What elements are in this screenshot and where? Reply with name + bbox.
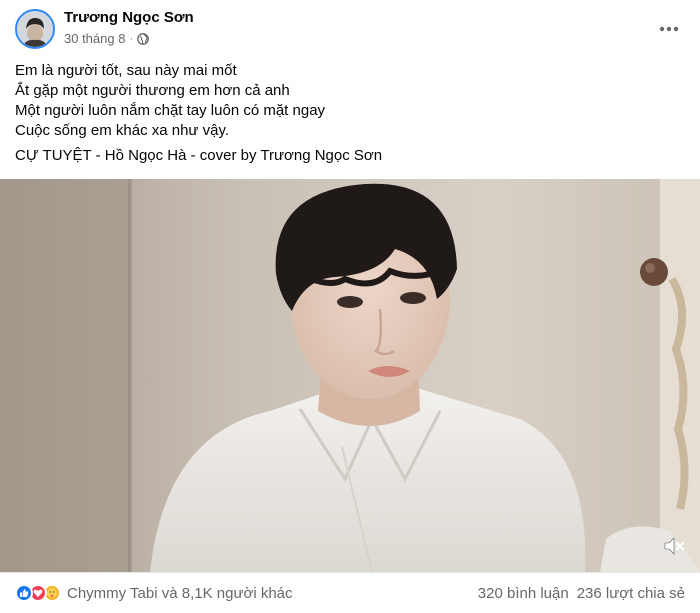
- globe-icon[interactable]: [137, 32, 149, 45]
- author-name[interactable]: Trương Ngọc Sơn: [64, 9, 194, 26]
- author-avatar[interactable]: [15, 9, 55, 49]
- reactions-summary[interactable]: Chymmy Tabi và 8,1K người khác: [15, 584, 293, 602]
- reactions-text: Chymmy Tabi và 8,1K người khác: [67, 584, 293, 602]
- volume-mute-icon[interactable]: [660, 532, 688, 560]
- comments-count[interactable]: 320 bình luận: [478, 585, 569, 602]
- post-date[interactable]: 30 tháng 8: [64, 31, 125, 46]
- post-header: Trương Ngọc Sơn 30 tháng 8 ·: [0, 0, 700, 56]
- caption-line: Một người luôn nắm chặt tay luôn có mặt …: [15, 102, 326, 119]
- caption-line: Em là người tốt, sau này mai mốt: [15, 62, 237, 79]
- caption-line: Cuộc sống em khác xa như vậy.: [15, 122, 230, 139]
- post-footer: Chymmy Tabi và 8,1K người khác 320 bình …: [0, 572, 700, 613]
- meta-separator: ·: [129, 32, 134, 45]
- engagement-stats: 320 bình luận 236 lượt chia sẻ: [478, 585, 685, 602]
- post-meta: 30 tháng 8 ·: [64, 31, 149, 46]
- more-options-icon[interactable]: [654, 14, 684, 44]
- facebook-post: Trương Ngọc Sơn 30 tháng 8 · Em là người…: [0, 0, 700, 613]
- video-player[interactable]: [0, 179, 700, 572]
- video-frame: [0, 179, 700, 572]
- caption-line: Ắt gặp một người thương em hơn cả anh: [15, 82, 290, 99]
- shares-count[interactable]: 236 lượt chia sẻ: [577, 585, 685, 602]
- post-caption: Em là người tốt, sau này mai mốt Ắt gặp …: [15, 61, 685, 141]
- song-credit: CỰ TUYỆT - Hồ Ngọc Hà - cover by Trương …: [15, 147, 383, 164]
- like-icon: [15, 584, 33, 602]
